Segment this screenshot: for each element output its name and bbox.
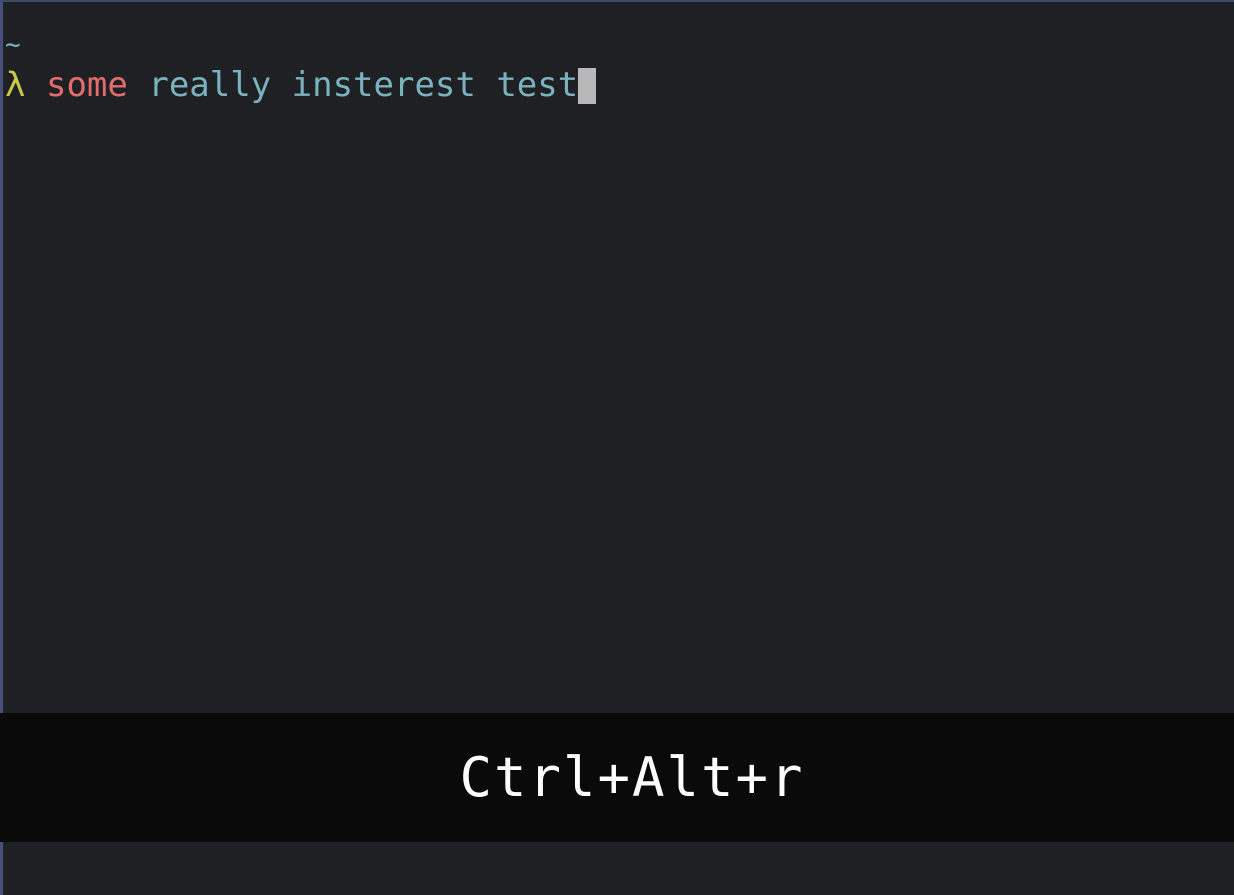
prompt-symbol: λ (5, 65, 26, 105)
keystroke-text: Ctrl+Alt+r (459, 746, 805, 809)
terminal-output: ~ λ some really insterest test (5, 30, 597, 110)
keystroke-overlay: Ctrl+Alt+r (0, 713, 1234, 842)
cwd-line: ~ (5, 30, 21, 60)
command-text: some (45, 65, 128, 105)
prompt-line[interactable]: λ some really insterest test (5, 60, 597, 110)
text-cursor (578, 68, 597, 104)
command-arguments: really insterest test (148, 65, 579, 105)
